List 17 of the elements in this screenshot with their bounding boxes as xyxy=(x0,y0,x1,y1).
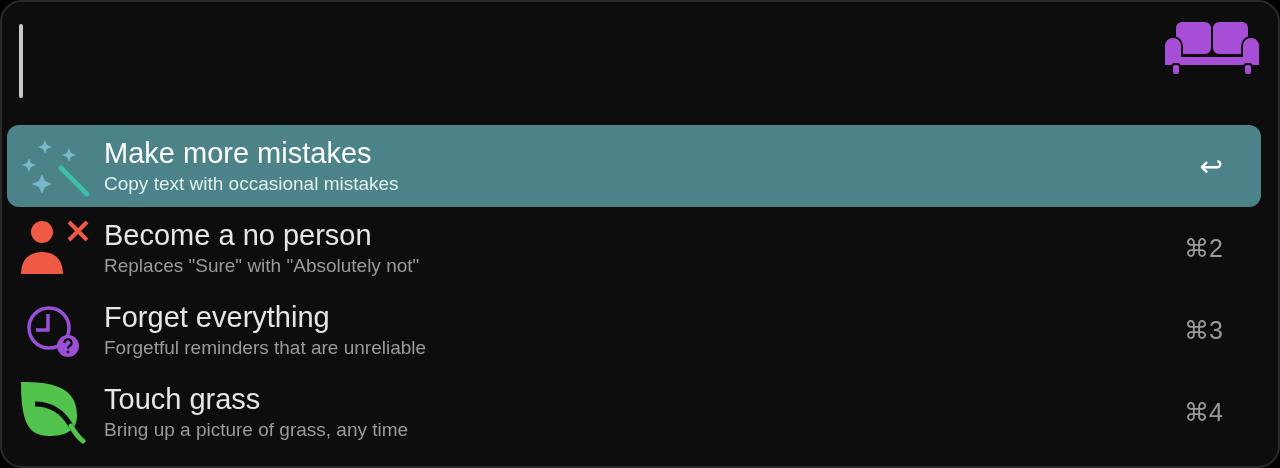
command-item[interactable]: Touch grass Bring up a picture of grass, any time ⌘4 xyxy=(7,371,1261,453)
command-title: Forget everything xyxy=(104,300,331,334)
command-title: Touch grass xyxy=(104,382,262,416)
command-item[interactable]: Forget everything Forgetful reminders that are unreliable ⌘3 xyxy=(7,289,1261,371)
command-description: Copy text with occasional mistakes xyxy=(104,172,400,196)
sofa-icon xyxy=(1163,20,1261,76)
command-title: Become a no person xyxy=(104,218,373,252)
shortcut-label: ⌘2 xyxy=(1184,233,1223,263)
command-item[interactable]: Make more mistakes Copy text with occasional mistakes ↩ xyxy=(7,125,1261,207)
command-description: Forgetful reminders that are unreliable xyxy=(104,336,428,360)
shortcut-label: ⌘3 xyxy=(1184,315,1223,345)
command-title: Make more mistakes xyxy=(104,136,373,170)
shortcut-label: ⌘4 xyxy=(1184,397,1223,427)
command-item[interactable]: Become a no person Replaces "Sure" with "Absolutely not" ⌘2 xyxy=(7,207,1261,289)
shortcut-label: ↩ xyxy=(1199,149,1223,183)
command-description: Replaces "Sure" with "Absolutely not" xyxy=(104,254,421,278)
command-description: Bring up a picture of grass, any time xyxy=(104,418,410,442)
